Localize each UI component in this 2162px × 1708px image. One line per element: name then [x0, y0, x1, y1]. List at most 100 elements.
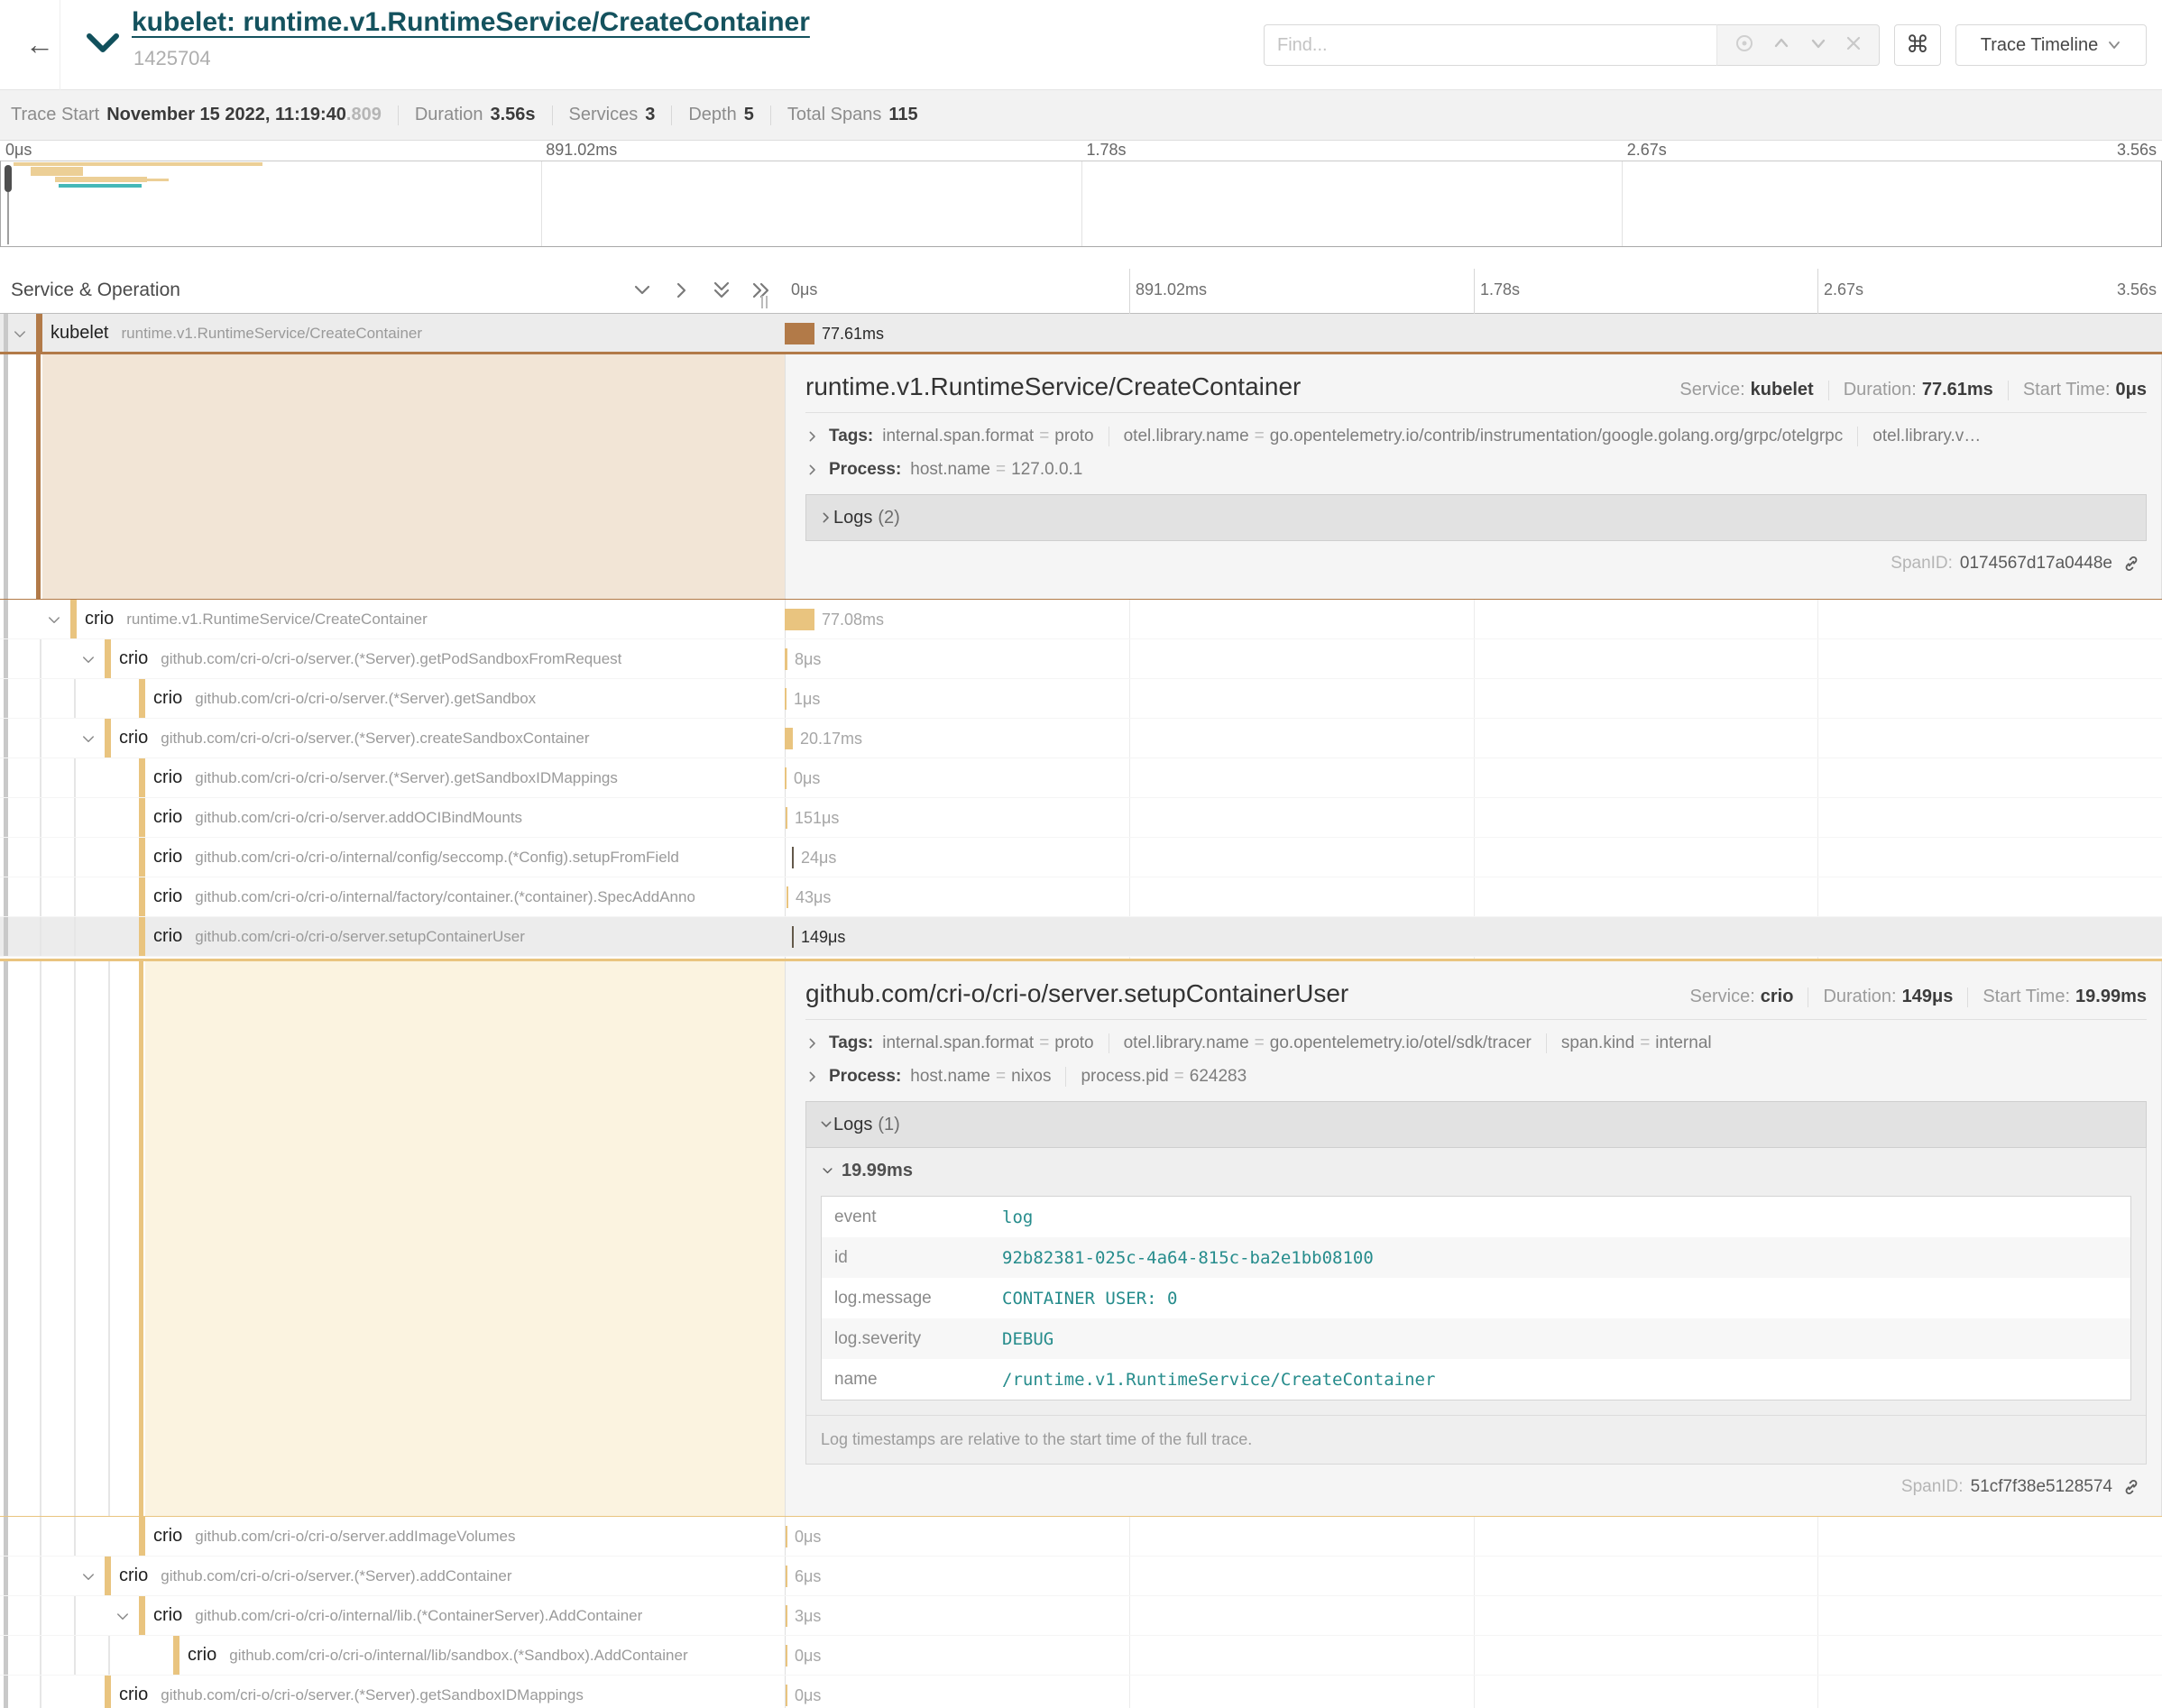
duration-label: 1μs [794, 690, 820, 709]
logs-accordion-header[interactable]: Logs(1) [805, 1101, 2147, 1148]
expand-one-icon[interactable] [671, 280, 693, 306]
span-bar[interactable] [786, 807, 787, 829]
minimap-span-bar [55, 177, 147, 182]
collapse-all-icon[interactable] [711, 280, 732, 306]
span-bar[interactable] [786, 1685, 787, 1706]
indent-guide [74, 1517, 76, 1556]
indent-guide [74, 798, 76, 837]
indent-guide [4, 354, 8, 599]
span-name: criogithub.com/cri-o/cri-o/internal/lib/… [188, 1636, 688, 1675]
log-field-value: /runtime.v1.RuntimeService/CreateContain… [1002, 1370, 1435, 1390]
copy-link-icon[interactable] [2121, 1477, 2141, 1497]
span-bar[interactable] [785, 688, 787, 710]
indent-guide [4, 877, 8, 916]
log-entry-header[interactable]: 19.99ms [806, 1148, 2146, 1190]
service-name: crio [153, 926, 182, 947]
span-bar[interactable] [785, 767, 787, 789]
span-bar[interactable] [792, 926, 794, 948]
panel-left-column [0, 961, 785, 1516]
span-row[interactable]: crio github.com/cri-o/cri-o/internal/fact… [0, 877, 2162, 917]
service-name: crio [153, 886, 182, 907]
minimap-tick-label: 2.67s [1627, 141, 1667, 160]
span-bar[interactable] [786, 1566, 787, 1587]
process-row[interactable]: Process:host.name=nixosprocess.pid=62428… [805, 1067, 2147, 1087]
expand-chevron-icon[interactable] [115, 1609, 131, 1630]
collapse-one-icon[interactable] [631, 280, 653, 306]
duration-value: 3.56s [490, 105, 535, 125]
service-name: crio [153, 1605, 182, 1626]
expand-chevron-icon[interactable] [80, 1569, 97, 1590]
operation-name: github.com/cri-o/cri-o/server.addOCIBind… [195, 809, 522, 827]
span-row[interactable]: criogithub.com/cri-o/cri-o/server.setupC… [0, 917, 2162, 957]
column-resize-grip[interactable] [761, 296, 768, 308]
span-row[interactable]: criogithub.com/cri-o/cri-o/server.(*Serv… [0, 1556, 2162, 1596]
indent-guide [74, 758, 76, 797]
meta-label: Duration: [1823, 987, 1896, 1007]
minimap-scrubber-handle[interactable] [5, 165, 12, 192]
indent-guide [4, 758, 8, 797]
span-name: criogithub.com/cri-o/cri-o/server.(*Serv… [153, 758, 618, 797]
back-arrow-icon[interactable]: ← [22, 27, 58, 63]
span-row[interactable]: criogithub.com/cri-o/cri-o/server.addOCI… [0, 798, 2162, 838]
jaeger-trace-view: ← kubelet: runtime.v1.RuntimeService/Cre… [0, 0, 2162, 1708]
span-bar[interactable] [786, 1526, 787, 1547]
operation-name: github.com/cri-o/cri-o/internal/factory/… [195, 888, 695, 906]
trace-title-link[interactable]: kubelet: runtime.v1.RuntimeService/Creat… [132, 7, 810, 38]
span-row[interactable]: criogithub.com/cri-o/cri-o/server.addIma… [0, 1517, 2162, 1556]
focus-target-icon[interactable] [1734, 32, 1755, 59]
span-row[interactable]: criogithub.com/cri-o/cri-o/server.(*Serv… [0, 1676, 2162, 1708]
find-next-icon[interactable] [1808, 33, 1828, 58]
expand-chevron-icon[interactable] [12, 326, 28, 347]
duration-label: 77.61ms [822, 325, 884, 344]
span-row[interactable]: kubeletruntime.v1.RuntimeService/CreateC… [0, 314, 2162, 352]
span-bar[interactable] [785, 728, 793, 749]
expand-chevron-icon[interactable] [80, 652, 97, 673]
span-bar[interactable] [786, 1645, 787, 1667]
span-bar[interactable] [785, 609, 814, 630]
span-bar[interactable] [792, 847, 794, 868]
span-row[interactable]: criogithub.com/cri-o/cri-o/internal/conf… [0, 838, 2162, 877]
span-bar[interactable] [787, 886, 788, 908]
span-name: criogithub.com/cri-o/cri-o/server.(*Serv… [119, 1556, 512, 1595]
view-selector-label: Trace Timeline [1981, 35, 2098, 56]
span-row[interactable]: criogithub.com/cri-o/cri-o/server.(*Serv… [0, 679, 2162, 719]
span-bar[interactable] [785, 323, 814, 344]
find-prev-icon[interactable] [1771, 33, 1791, 58]
duration-label: 24μs [801, 849, 836, 868]
span-row[interactable]: criogithub.com/cri-o/cri-o/server.(*Serv… [0, 639, 2162, 679]
span-row[interactable]: criogithub.com/cri-o/cri-o/server.(*Serv… [0, 758, 2162, 798]
duration-label: 3μs [795, 1607, 821, 1626]
kv-key: process.pid [1081, 1067, 1168, 1087]
span-row[interactable]: criogithub.com/cri-o/cri-o/server.(*Serv… [0, 719, 2162, 758]
tags-row[interactable]: Tags:internal.span.format=protootel.libr… [805, 427, 2147, 446]
logs-accordion-header[interactable]: Logs(2) [805, 494, 2147, 541]
clear-find-icon[interactable] [1845, 34, 1863, 57]
process-row[interactable]: Process:host.name=127.0.0.1 [805, 460, 2147, 480]
indent-guide [4, 679, 8, 718]
minimap-span-bar [14, 162, 262, 166]
span-bar[interactable] [786, 1605, 787, 1627]
expand-chevron-icon[interactable] [46, 612, 62, 633]
span-row[interactable]: crioruntime.v1.RuntimeService/CreateCont… [0, 600, 2162, 639]
top-bar: ← kubelet: runtime.v1.RuntimeService/Cre… [0, 0, 2162, 90]
tags-row[interactable]: Tags:internal.span.format=protootel.libr… [805, 1033, 2147, 1053]
expand-chevron-icon[interactable] [80, 731, 97, 752]
timeline-tick-line [1817, 269, 1818, 314]
find-input[interactable] [1264, 24, 1717, 66]
span-bar[interactable] [785, 648, 787, 670]
selected-span-rail [139, 961, 143, 1516]
view-selector-button[interactable]: Trace Timeline [1955, 24, 2147, 66]
indent-guide [4, 1636, 8, 1675]
keyboard-shortcuts-button[interactable]: ⌘ [1894, 24, 1941, 66]
copy-link-icon[interactable] [2121, 554, 2141, 574]
collapse-trace-chevron-icon[interactable] [85, 31, 121, 60]
find-tools [1717, 24, 1880, 66]
trace-minimap[interactable] [0, 161, 2162, 247]
span-row[interactable]: criogithub.com/cri-o/cri-o/internal/lib/… [0, 1636, 2162, 1676]
span-name: criogithub.com/cri-o/cri-o/server.(*Serv… [153, 679, 536, 718]
span-row[interactable]: criogithub.com/cri-o/cri-o/internal/lib.… [0, 1596, 2162, 1636]
chevron-down-icon [821, 1164, 834, 1178]
span-name: criogithub.com/cri-o/cri-o/server.(*Serv… [119, 1676, 584, 1708]
span-name: kubeletruntime.v1.RuntimeService/CreateC… [51, 314, 422, 352]
tags-row-label: Tags: [829, 427, 873, 446]
